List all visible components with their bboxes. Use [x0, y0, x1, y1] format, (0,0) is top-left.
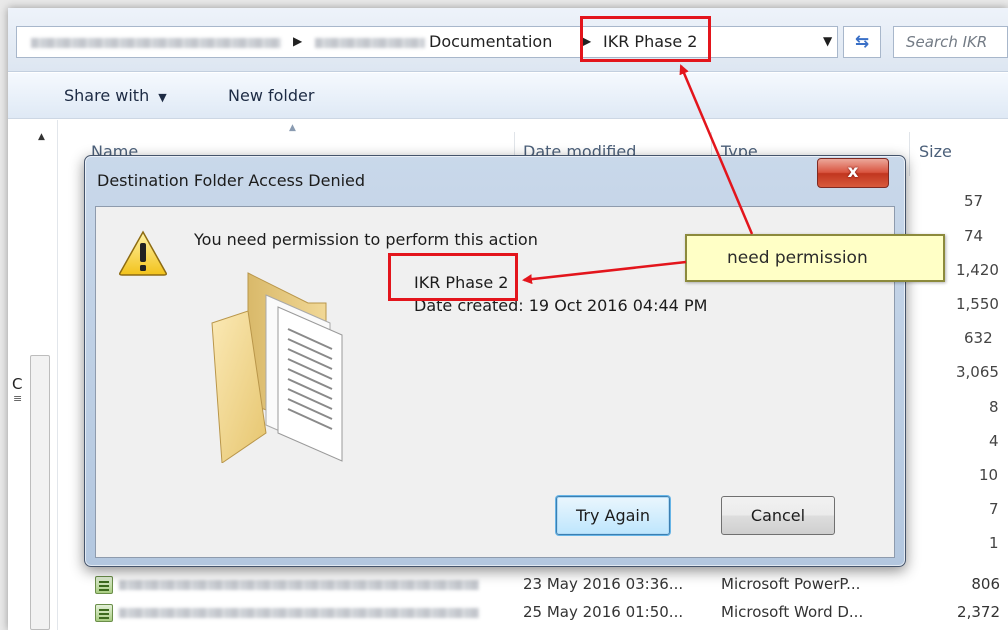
file-size: 806: [971, 575, 1000, 593]
sort-ascending-icon: ▲: [289, 123, 296, 133]
nav-item-partial[interactable]: C: [12, 375, 22, 393]
cancel-button[interactable]: Cancel: [721, 496, 835, 535]
new-folder-button[interactable]: New folder: [228, 86, 314, 105]
permission-message: You need permission to perform this acti…: [194, 230, 538, 249]
file-date-modified: 23 May 2016 03:36...: [523, 575, 684, 593]
dialog-title: Destination Folder Access Denied: [97, 171, 366, 190]
warning-icon: [119, 230, 167, 276]
file-row[interactable]: 25 May 2016 01:50... Microsoft Word D...…: [59, 600, 1008, 626]
file-size: 3,065: [956, 363, 999, 381]
file-icon: [95, 604, 113, 622]
share-with-label: Share with: [64, 86, 150, 105]
file-icon: [95, 576, 113, 594]
file-size: 8: [989, 398, 999, 416]
address-row: ▶ Documentation ▶ IKR Phase 2 ▼ ⇆ Search…: [8, 8, 1008, 72]
file-date-modified: 25 May 2016 01:50...: [523, 603, 684, 621]
refresh-icon[interactable]: ⇆: [843, 26, 881, 58]
folder-icon: [211, 272, 343, 463]
breadcrumb-redacted-1: [31, 38, 281, 48]
command-bar: Share with ▼ New folder: [8, 73, 1008, 119]
file-size: 74: [964, 227, 984, 245]
navigation-pane: ▲ C ≡: [8, 120, 58, 630]
file-size: 7: [989, 500, 999, 518]
file-size: 1: [989, 534, 999, 552]
chevron-down-icon: ▼: [158, 91, 167, 104]
file-size: 632: [964, 329, 993, 347]
highlight-dialog-folder: [388, 253, 518, 301]
nav-scrollbar[interactable]: [30, 355, 50, 630]
breadcrumb-chevron-icon[interactable]: ▶: [293, 34, 302, 48]
highlight-address-folder: [580, 16, 711, 62]
share-with-button[interactable]: Share with ▼: [64, 86, 167, 105]
file-name-redacted: [119, 608, 479, 618]
try-again-button[interactable]: Try Again: [556, 496, 670, 535]
file-size: 1,420: [956, 261, 999, 279]
chevron-down-icon[interactable]: ▼: [823, 34, 832, 48]
search-input[interactable]: Search IKR: [893, 26, 1008, 58]
file-type: Microsoft Word D...: [721, 603, 864, 621]
file-name-redacted: [119, 580, 479, 590]
breadcrumb-documentation[interactable]: Documentation: [429, 32, 552, 51]
file-size: 2,372: [957, 603, 1000, 621]
file-size: 4: [989, 432, 999, 450]
column-header-size[interactable]: Size: [919, 142, 952, 161]
scroll-grip-icon[interactable]: ≡: [13, 392, 22, 405]
column-divider[interactable]: [909, 132, 910, 176]
file-row[interactable]: 23 May 2016 03:36... Microsoft PowerP...…: [59, 572, 1008, 598]
address-bar[interactable]: ▶ Documentation ▶ IKR Phase 2 ▼: [16, 26, 838, 58]
access-denied-dialog: Destination Folder Access Denied x You n…: [84, 155, 906, 567]
file-size: 57: [964, 192, 984, 210]
annotation-callout: need permission: [685, 234, 945, 282]
file-type: Microsoft PowerP...: [721, 575, 861, 593]
file-size: 10: [979, 466, 999, 484]
close-button[interactable]: x: [817, 158, 889, 188]
breadcrumb-redacted-2: [315, 38, 425, 48]
scroll-up-icon[interactable]: ▲: [38, 132, 45, 142]
file-size: 1,550: [956, 295, 999, 313]
